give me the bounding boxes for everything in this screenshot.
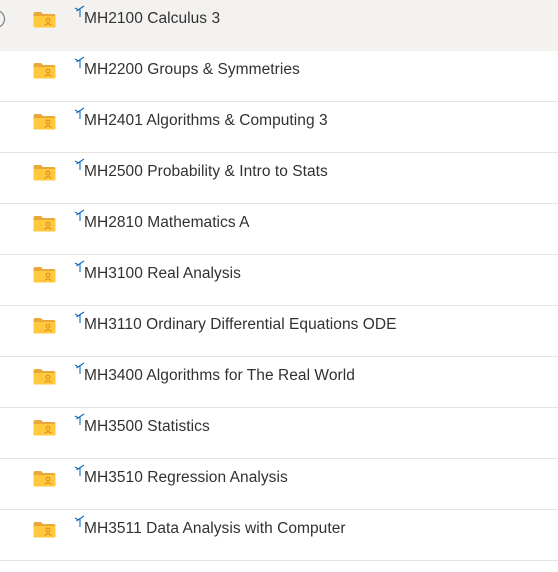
shared-folder-icon xyxy=(33,470,56,487)
folder-row[interactable]: MH3511 Data Analysis with Computer xyxy=(0,510,558,561)
folder-name-link[interactable]: MH2500 Probability & Intro to Stats xyxy=(84,163,328,181)
shared-folder-icon xyxy=(33,113,56,130)
shared-folder-icon xyxy=(33,266,56,283)
folder-name-link[interactable]: MH3100 Real Analysis xyxy=(84,265,241,283)
shared-folder-icon xyxy=(33,521,56,538)
shared-folder-icon xyxy=(33,215,56,232)
folder-name-link[interactable]: MH2810 Mathematics A xyxy=(84,214,250,232)
folder-name-link[interactable]: MH3511 Data Analysis with Computer xyxy=(84,520,346,538)
folder-name-link[interactable]: MH3510 Regression Analysis xyxy=(84,469,288,487)
shared-folder-icon xyxy=(33,164,56,181)
folder-name-link[interactable]: MH2401 Algorithms & Computing 3 xyxy=(84,112,328,130)
folder-row[interactable]: MH2200 Groups & Symmetries xyxy=(0,51,558,102)
shared-folder-icon xyxy=(33,317,56,334)
folder-row[interactable]: MH2810 Mathematics A xyxy=(0,204,558,255)
shared-folder-icon xyxy=(33,11,56,28)
folder-name-link[interactable]: MH2200 Groups & Symmetries xyxy=(84,61,300,79)
folder-row[interactable]: MH3510 Regression Analysis xyxy=(0,459,558,510)
folder-row[interactable]: MH3500 Statistics xyxy=(0,408,558,459)
row-select-checkbox[interactable] xyxy=(0,10,5,28)
folder-row[interactable]: MH3110 Ordinary Differential Equations O… xyxy=(0,306,558,357)
shared-folder-icon xyxy=(33,419,56,436)
folder-row[interactable]: MH2100 Calculus 3 xyxy=(0,0,558,51)
folder-name-link[interactable]: MH2100 Calculus 3 xyxy=(84,10,220,28)
folder-name-link[interactable]: MH3110 Ordinary Differential Equations O… xyxy=(84,316,397,334)
shared-folder-icon xyxy=(33,368,56,385)
folder-row[interactable]: MH2401 Algorithms & Computing 3 xyxy=(0,102,558,153)
folder-row[interactable]: MH2500 Probability & Intro to Stats xyxy=(0,153,558,204)
folder-name-link[interactable]: MH3400 Algorithms for The Real World xyxy=(84,367,355,385)
folder-list: MH2100 Calculus 3 MH2200 Groups & Symmet… xyxy=(0,0,558,561)
shared-folder-icon xyxy=(33,62,56,79)
folder-row[interactable]: MH3100 Real Analysis xyxy=(0,255,558,306)
folder-name-link[interactable]: MH3500 Statistics xyxy=(84,418,210,436)
folder-row[interactable]: MH3400 Algorithms for The Real World xyxy=(0,357,558,408)
